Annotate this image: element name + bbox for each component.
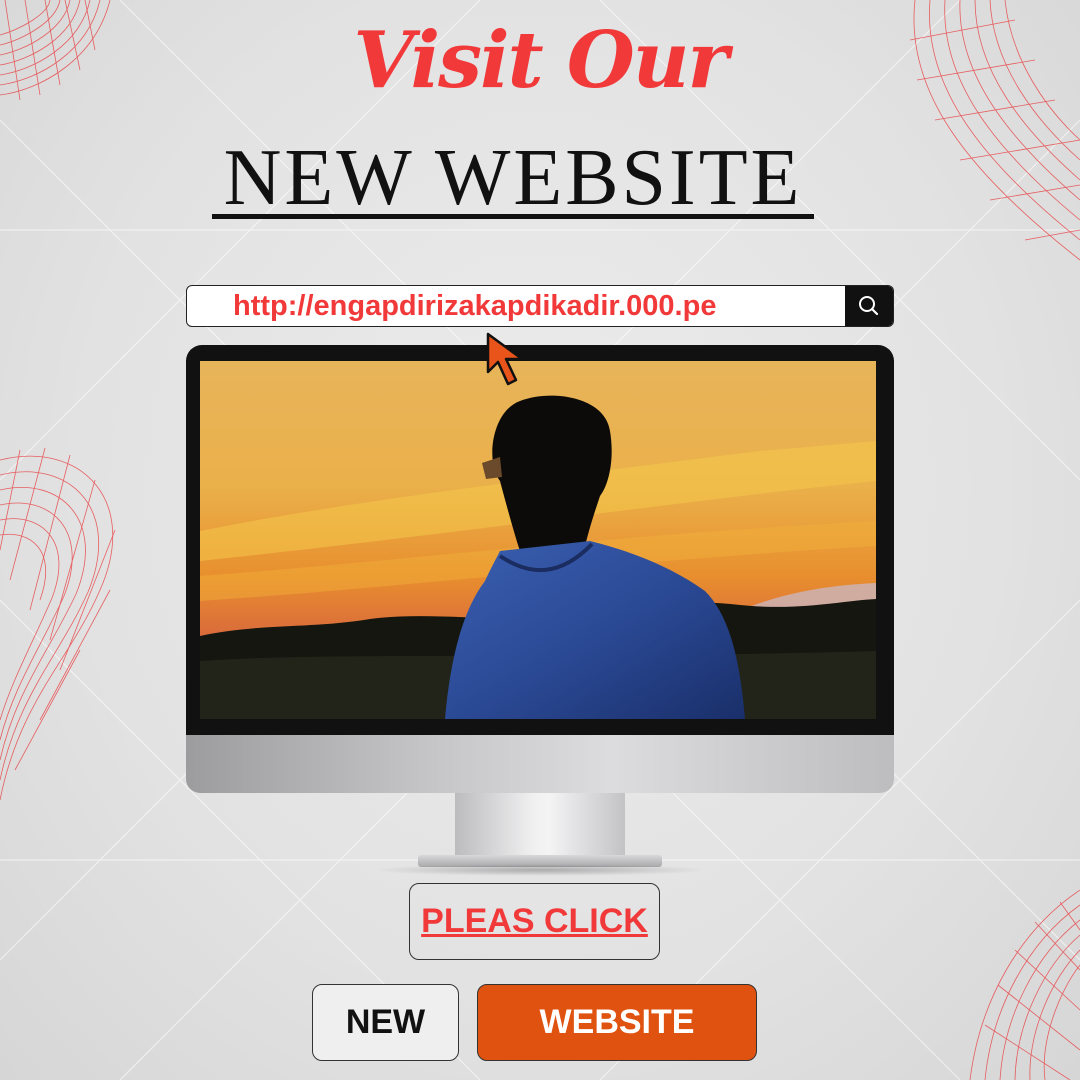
monitor-stand — [455, 793, 625, 859]
search-button[interactable] — [845, 286, 893, 326]
monitor-shadow — [372, 864, 708, 876]
title-underline — [212, 214, 814, 219]
new-button[interactable]: NEW — [312, 984, 459, 1061]
url-text[interactable]: http://engapdirizakapdikadir.000.pe — [233, 286, 716, 326]
sunset-silhouette-image — [200, 361, 876, 719]
wireframe-decoration-left — [0, 447, 116, 801]
monitor-chin — [186, 735, 894, 793]
visit-our-heading: Visit Our — [353, 15, 728, 106]
new-website-heading: NEW WEBSITE — [223, 134, 803, 222]
mouse-pointer-icon — [486, 332, 524, 386]
website-button[interactable]: WEBSITE — [477, 984, 757, 1061]
search-icon — [859, 296, 879, 316]
monitor-bezel — [186, 345, 894, 735]
pleas-click-button[interactable]: PLEAS CLICK — [409, 883, 660, 960]
monitor-screen — [200, 361, 876, 719]
wireframe-decoration-bottom-right — [969, 890, 1080, 1080]
address-bar[interactable]: http://engapdirizakapdikadir.000.pe — [186, 285, 894, 327]
